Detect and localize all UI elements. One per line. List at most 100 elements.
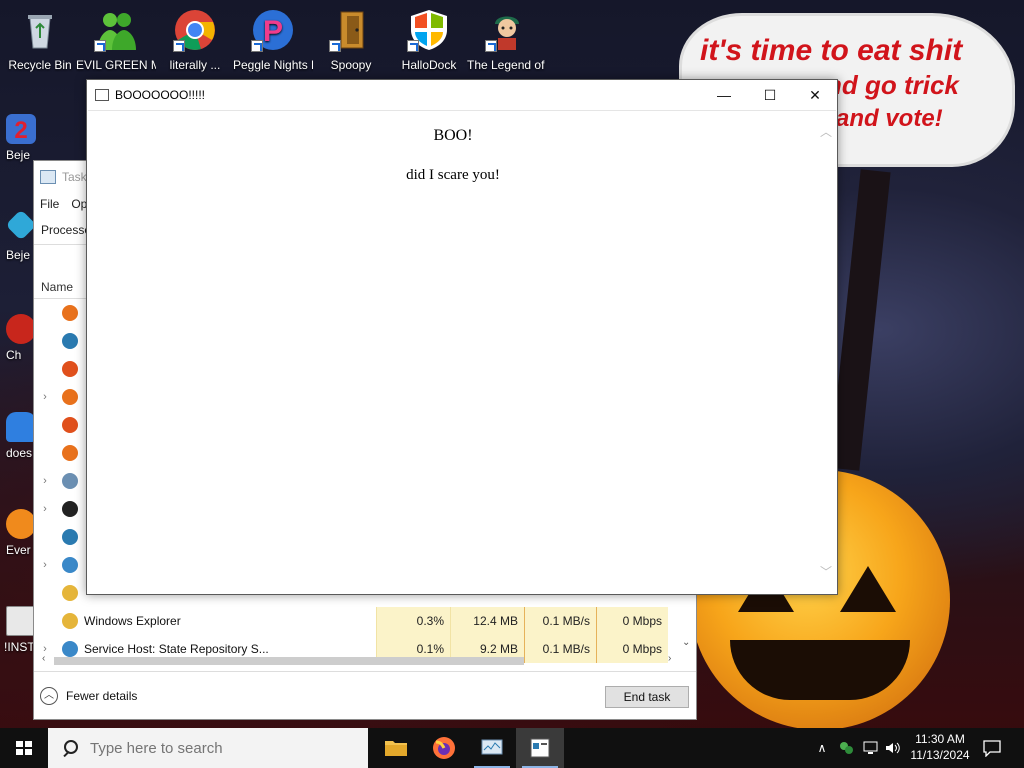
- bejeweled-2-icon: 2: [6, 114, 36, 144]
- horizontal-scroll-thumb[interactable]: [54, 657, 524, 665]
- process-name: Windows Explorer: [84, 614, 181, 628]
- recycle-bin-icon: [18, 8, 62, 52]
- maximize-button[interactable]: ☐: [747, 80, 793, 110]
- wallpaper-tree: [829, 169, 891, 471]
- desktop-icon-label: Spoopy: [330, 58, 372, 72]
- wallpaper-text-line1: it's time to eat shit: [700, 34, 963, 67]
- start-button[interactable]: [0, 728, 48, 768]
- chuzzle-icon: [6, 314, 36, 344]
- blue-hand-icon: [6, 412, 36, 442]
- close-button[interactable]: ✕: [792, 80, 838, 110]
- tab-processes[interactable]: Processe: [41, 223, 91, 237]
- chrome-icon: [173, 8, 217, 52]
- peggle-icon: P: [251, 8, 295, 52]
- boo-window-titlebar[interactable]: BOOOOOOO!!!!! — ☐ ✕: [87, 80, 837, 110]
- taskbar-firefox[interactable]: [420, 728, 468, 768]
- taskbar-clock[interactable]: 11:30 AM 11/13/2024: [906, 731, 974, 763]
- desktop-icon-label: EVIL GREEN MEN CO...: [76, 58, 156, 72]
- boo-paragraph: did I scare you!: [406, 167, 500, 183]
- shortcut-arrow-icon: [485, 40, 497, 52]
- process-table-vertical-scrollbar[interactable]: ⌄: [682, 601, 694, 653]
- process-icon: [62, 473, 78, 489]
- scroll-down-arrow-icon[interactable]: ﹀: [820, 563, 832, 580]
- install-icon: [6, 606, 36, 636]
- process-icon: [62, 361, 78, 377]
- network-cell: 0 Mbps: [596, 607, 668, 635]
- task-manager-footer: ︿ Fewer details End task: [34, 671, 696, 719]
- desktop-icon-hallodock[interactable]: HalloDock: [389, 0, 469, 72]
- memory-cell: 12.4 MB: [450, 607, 524, 635]
- legend-character-icon: [485, 8, 529, 52]
- expand-chevron-icon[interactable]: ›: [34, 503, 56, 515]
- process-icon: [62, 445, 78, 461]
- fewer-details-label: Fewer details: [66, 688, 138, 703]
- fewer-details-button[interactable]: ︿ Fewer details: [40, 686, 138, 705]
- green-tray-app-icon[interactable]: [838, 740, 854, 756]
- process-icon: [62, 613, 78, 629]
- scroll-left-arrow-icon[interactable]: ‹: [42, 653, 45, 664]
- boo-heading: BOO!: [433, 127, 473, 144]
- table-row[interactable]: Windows Explorer 0.3% 12.4 MB 0.1 MB/s 0 Mbp…: [34, 607, 696, 635]
- shortcut-arrow-icon: [329, 40, 341, 52]
- process-table-horizontal-scrollbar[interactable]: ‹ ›: [40, 653, 680, 669]
- cpu-cell: 0.3%: [376, 607, 450, 635]
- expand-chevron-icon[interactable]: ›: [34, 391, 56, 403]
- bejeweled-icon: [5, 209, 37, 241]
- speaker-icon[interactable]: [884, 740, 902, 756]
- door-icon: [329, 8, 373, 52]
- desktop-icon-recycle-bin[interactable]: Recycle Bin: [0, 0, 80, 72]
- shortcut-arrow-icon: [94, 40, 106, 52]
- process-icon: [62, 305, 78, 321]
- scroll-right-arrow-icon[interactable]: ›: [668, 653, 671, 664]
- desktop-icon-label: literally ...: [169, 58, 221, 72]
- scroll-up-arrow-icon[interactable]: ︿: [820, 123, 832, 140]
- process-icon: [62, 389, 78, 405]
- expand-chevron-icon[interactable]: ›: [34, 559, 56, 571]
- desktop-icon-spoopy[interactable]: Spoopy: [311, 0, 391, 72]
- window-app-icon: [95, 89, 109, 101]
- menu-file[interactable]: File: [40, 197, 59, 211]
- taskbar-file-explorer[interactable]: [372, 728, 420, 768]
- desktop-icon-label: HalloDock: [401, 58, 457, 72]
- process-icon: [62, 417, 78, 433]
- orange-icon: [6, 509, 36, 539]
- scroll-down-arrow-icon[interactable]: ⌄: [682, 637, 690, 648]
- desktop-icon-label: Peggle Nights De...: [233, 58, 313, 72]
- process-icon: [62, 557, 78, 573]
- process-icon: [62, 501, 78, 517]
- shortcut-arrow-icon: [407, 40, 419, 52]
- expand-chevron-icon[interactable]: ›: [34, 475, 56, 487]
- network-icon[interactable]: [862, 740, 880, 756]
- boo-window-icon: [530, 738, 550, 758]
- taskbar-search-box[interactable]: [48, 728, 368, 768]
- boo-window[interactable]: BOOOOOOO!!!!! — ☐ ✕ BOO! did I scare you…: [86, 79, 838, 595]
- desktop-icon-label: Recycle Bin: [8, 58, 72, 72]
- notification-center-icon[interactable]: [982, 739, 1002, 757]
- column-header-name[interactable]: Name: [41, 280, 73, 294]
- task-manager-title: Task: [62, 170, 87, 184]
- windows-shield-icon: [407, 8, 451, 52]
- search-icon: [62, 740, 78, 756]
- show-hidden-icons-chevron[interactable]: ∧: [812, 728, 832, 768]
- minimize-button[interactable]: —: [701, 80, 747, 110]
- menu-options[interactable]: Op: [71, 197, 87, 211]
- taskbar-task-manager[interactable]: [468, 728, 516, 768]
- firefox-icon: [433, 737, 455, 759]
- taskbar: ∧ 11:30 AM 11/13/2024: [0, 728, 1024, 768]
- desktop-icon-evil-green-men[interactable]: EVIL GREEN MEN CO...: [76, 0, 156, 72]
- svg-text:2: 2: [14, 117, 27, 144]
- windows-logo-icon: [16, 741, 32, 755]
- end-task-button[interactable]: End task: [605, 686, 689, 708]
- green-men-icon: [94, 8, 138, 52]
- desktop-icon-literally[interactable]: literally ...: [155, 0, 235, 72]
- boo-window-title: BOOOOOOO!!!!!: [115, 88, 206, 102]
- process-icon: [62, 529, 78, 545]
- desktop-icon-peggle[interactable]: P Peggle Nights De...: [233, 0, 313, 72]
- boo-window-content: BOO! did I scare you! ︿ ﹀: [88, 110, 836, 594]
- task-manager-icon: [40, 170, 56, 184]
- process-icon: [62, 333, 78, 349]
- search-input[interactable]: [90, 739, 340, 757]
- desktop-icon-label: The Legend of Th...: [467, 58, 547, 72]
- taskbar-boo-window[interactable]: [516, 728, 564, 768]
- desktop-icon-legend[interactable]: The Legend of Th...: [467, 0, 547, 72]
